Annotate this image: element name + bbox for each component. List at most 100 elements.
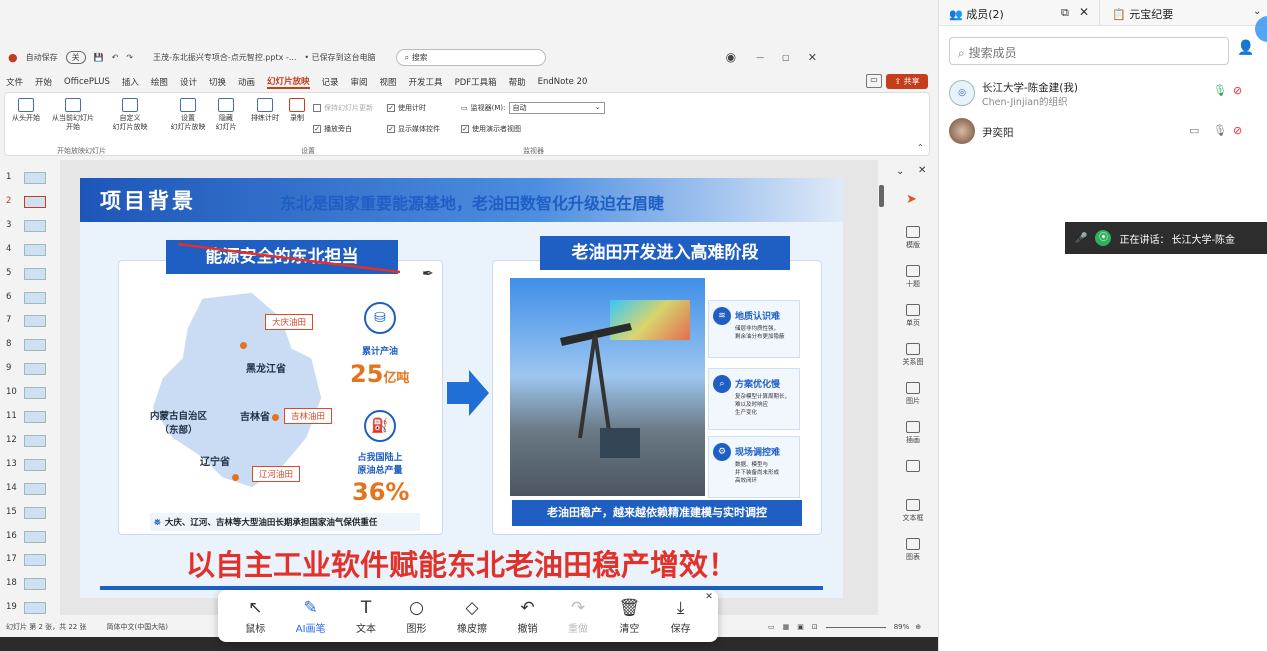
menu-item[interactable]: PDF工具箱 <box>455 76 497 88</box>
menu-item[interactable]: 幻灯片放映 <box>266 75 310 89</box>
menu-item[interactable]: 文件 <box>6 76 23 88</box>
play-narration-checkbox[interactable]: ✓ 播放旁白 <box>313 124 352 134</box>
side-panel-item[interactable]: 图片 <box>896 382 930 406</box>
slide-thumbnail[interactable]: 4 <box>4 240 54 260</box>
slide-thumbnail[interactable]: 9 <box>4 359 54 379</box>
member-row[interactable]: 尹奕阳 ▭ 🎙 ⊘ <box>939 114 1267 150</box>
menu-item[interactable]: 插入 <box>122 76 139 88</box>
hide-slide-button[interactable]: 隐藏 幻灯片 <box>211 98 241 132</box>
menu-item[interactable]: 开始 <box>35 76 52 88</box>
search-box[interactable]: ⌕ 搜索 <box>395 48 546 66</box>
member-search-input[interactable]: ⌕ 搜索成员 <box>949 37 1229 65</box>
add-member-icon[interactable]: 👤 <box>1237 40 1254 56</box>
language[interactable]: 简体中文(中国大陆) <box>107 622 168 632</box>
slide-thumbnail[interactable]: 13 <box>4 455 54 475</box>
rehearse-button[interactable]: 排练计时 <box>247 98 283 123</box>
slide-thumbnail[interactable]: 17 <box>4 550 54 570</box>
undo-icon[interactable]: ↶ <box>112 53 119 62</box>
slide-thumbnail[interactable]: 18 <box>4 574 54 594</box>
chevron-down-icon[interactable]: ⌄ <box>1253 6 1261 17</box>
side-panel-item[interactable]: 插画 <box>896 421 930 445</box>
save-status[interactable]: • 已保存到这台电脑 <box>304 52 375 63</box>
side-panel-item[interactable]: 文本框 <box>896 499 930 523</box>
share-button[interactable]: ⇪ 共享 <box>886 74 928 89</box>
show-media-checkbox[interactable]: ✓ 显示媒体控件 <box>387 124 440 134</box>
side-panel-item[interactable] <box>896 460 930 474</box>
side-panel-item[interactable]: 模版 <box>896 226 930 250</box>
keep-updated-checkbox[interactable]: 保持幻灯片更新 <box>313 103 373 113</box>
menu-item[interactable]: 记录 <box>322 76 339 88</box>
slide-thumbnail[interactable]: 19 <box>4 598 54 618</box>
slide-thumbnail[interactable]: 8 <box>4 335 54 355</box>
slide-thumbnail[interactable]: 12 <box>4 431 54 451</box>
redo-icon[interactable]: ↷ <box>126 53 133 62</box>
normal-view-icon[interactable]: ▭ <box>768 623 775 631</box>
autosave-toggle[interactable]: 关 <box>65 50 86 64</box>
camera-off-icon[interactable]: ⊘ <box>1233 84 1242 97</box>
slide-thumbnail[interactable]: 6 <box>4 288 54 308</box>
record-button[interactable]: 录制 <box>285 98 309 123</box>
side-panel-item[interactable]: 单页 <box>896 304 930 328</box>
monitor-selector[interactable]: ▭ 监视器(M): 自动 ⌄ <box>461 102 605 114</box>
side-panel-item[interactable]: 图表 <box>896 538 930 562</box>
close-icon[interactable]: ✕ <box>1079 5 1089 19</box>
slide-thumbnail[interactable]: 16 <box>4 527 54 547</box>
mic-on-icon[interactable]: 🎙 <box>1213 84 1227 97</box>
slide-thumbnail[interactable]: 1 <box>4 168 54 188</box>
menu-item[interactable]: 审阅 <box>351 76 368 88</box>
draw-tool-button[interactable]: ⤓ 保存 <box>671 598 691 635</box>
slide-thumbnail[interactable]: 15 <box>4 503 54 523</box>
menu-item[interactable]: 动画 <box>238 76 255 88</box>
comments-icon[interactable]: ▭ <box>866 74 882 88</box>
menu-item[interactable]: 设计 <box>180 76 197 88</box>
sorter-view-icon[interactable]: ▦ <box>783 623 790 631</box>
menu-item[interactable]: 绘图 <box>151 76 168 88</box>
chevron-down-icon[interactable]: ⌄ <box>896 166 904 177</box>
draw-tool-button[interactable]: ✎ AI画笔 <box>296 598 326 635</box>
slide-thumbnail[interactable]: 3 <box>4 216 54 236</box>
restore-button[interactable]: ▢ <box>782 53 790 62</box>
draw-tool-button[interactable]: 🗑 清空 <box>619 598 641 635</box>
zoom-slider[interactable] <box>825 626 886 628</box>
setup-show-button[interactable]: 设置 幻灯片放映 <box>165 98 211 132</box>
menu-item[interactable]: OfficePLUS <box>64 77 110 87</box>
slide-thumbnail[interactable]: 7 <box>4 311 54 331</box>
draw-tool-button[interactable]: T 文本 <box>356 598 376 635</box>
slide-thumbnail[interactable]: 2 <box>4 192 54 212</box>
slide-thumbnail[interactable]: 14 <box>4 479 54 499</box>
yuanbao-tab[interactable]: 📋 元宝纪要 <box>1099 0 1259 26</box>
camera-off-icon[interactable]: ⊘ <box>1233 124 1242 137</box>
collapse-ribbon-icon[interactable]: ⌃ <box>917 143 924 152</box>
mic-icon[interactable]: 🎙 <box>1213 124 1227 137</box>
zoom-level[interactable]: 89% <box>894 623 910 631</box>
side-panel-item[interactable]: 十题 <box>896 265 930 289</box>
close-toolbar-icon[interactable]: ✕ <box>703 592 715 604</box>
vertical-scrollbar[interactable] <box>879 185 884 207</box>
menu-item[interactable]: 切换 <box>209 76 226 88</box>
close-button[interactable]: ✕ <box>808 51 817 64</box>
draw-tool-button[interactable]: ↶ 撤销 <box>518 598 538 635</box>
side-panel-item[interactable]: 关系图 <box>896 343 930 367</box>
slideshow-view-icon[interactable]: ⊡ <box>812 623 818 631</box>
menu-item[interactable]: EndNote 20 <box>538 77 588 87</box>
menu-item[interactable]: 开发工具 <box>409 76 443 88</box>
save-icon[interactable]: 💾 <box>94 53 104 62</box>
close-icon[interactable]: ✕ <box>918 165 926 176</box>
from-current-button[interactable]: 从当前幻灯片 开始 <box>49 98 97 132</box>
members-tab[interactable]: 👥 成员(2) <box>949 6 1004 22</box>
account-icon[interactable]: ◉ <box>726 50 736 64</box>
draw-tool-button[interactable]: ↖ 鼠标 <box>245 598 265 635</box>
popout-icon[interactable]: ⧉ <box>1061 6 1069 20</box>
draw-tool-button[interactable]: ○ 图形 <box>407 598 427 635</box>
reading-view-icon[interactable]: ▣ <box>797 623 804 631</box>
custom-show-button[interactable]: 自定义 幻灯片放映 <box>107 98 153 132</box>
fit-window-icon[interactable]: ⊕ <box>915 623 921 631</box>
member-row[interactable]: ◎ 长江大学-陈金建(我) Chen-Jinjian的组织 🎙 ⊘ <box>939 74 1267 114</box>
draw-tool-button[interactable]: ◇ 橡皮擦 <box>457 598 487 635</box>
menu-item[interactable]: 帮助 <box>509 76 526 88</box>
from-start-button[interactable]: 从头开始 <box>11 98 41 123</box>
slide-thumbnail[interactable]: 5 <box>4 264 54 284</box>
draw-tool-button[interactable]: ↷ 重做 <box>568 598 588 635</box>
minimize-button[interactable]: — <box>756 53 764 62</box>
use-timing-checkbox[interactable]: ✓ 使用计时 <box>387 103 426 113</box>
